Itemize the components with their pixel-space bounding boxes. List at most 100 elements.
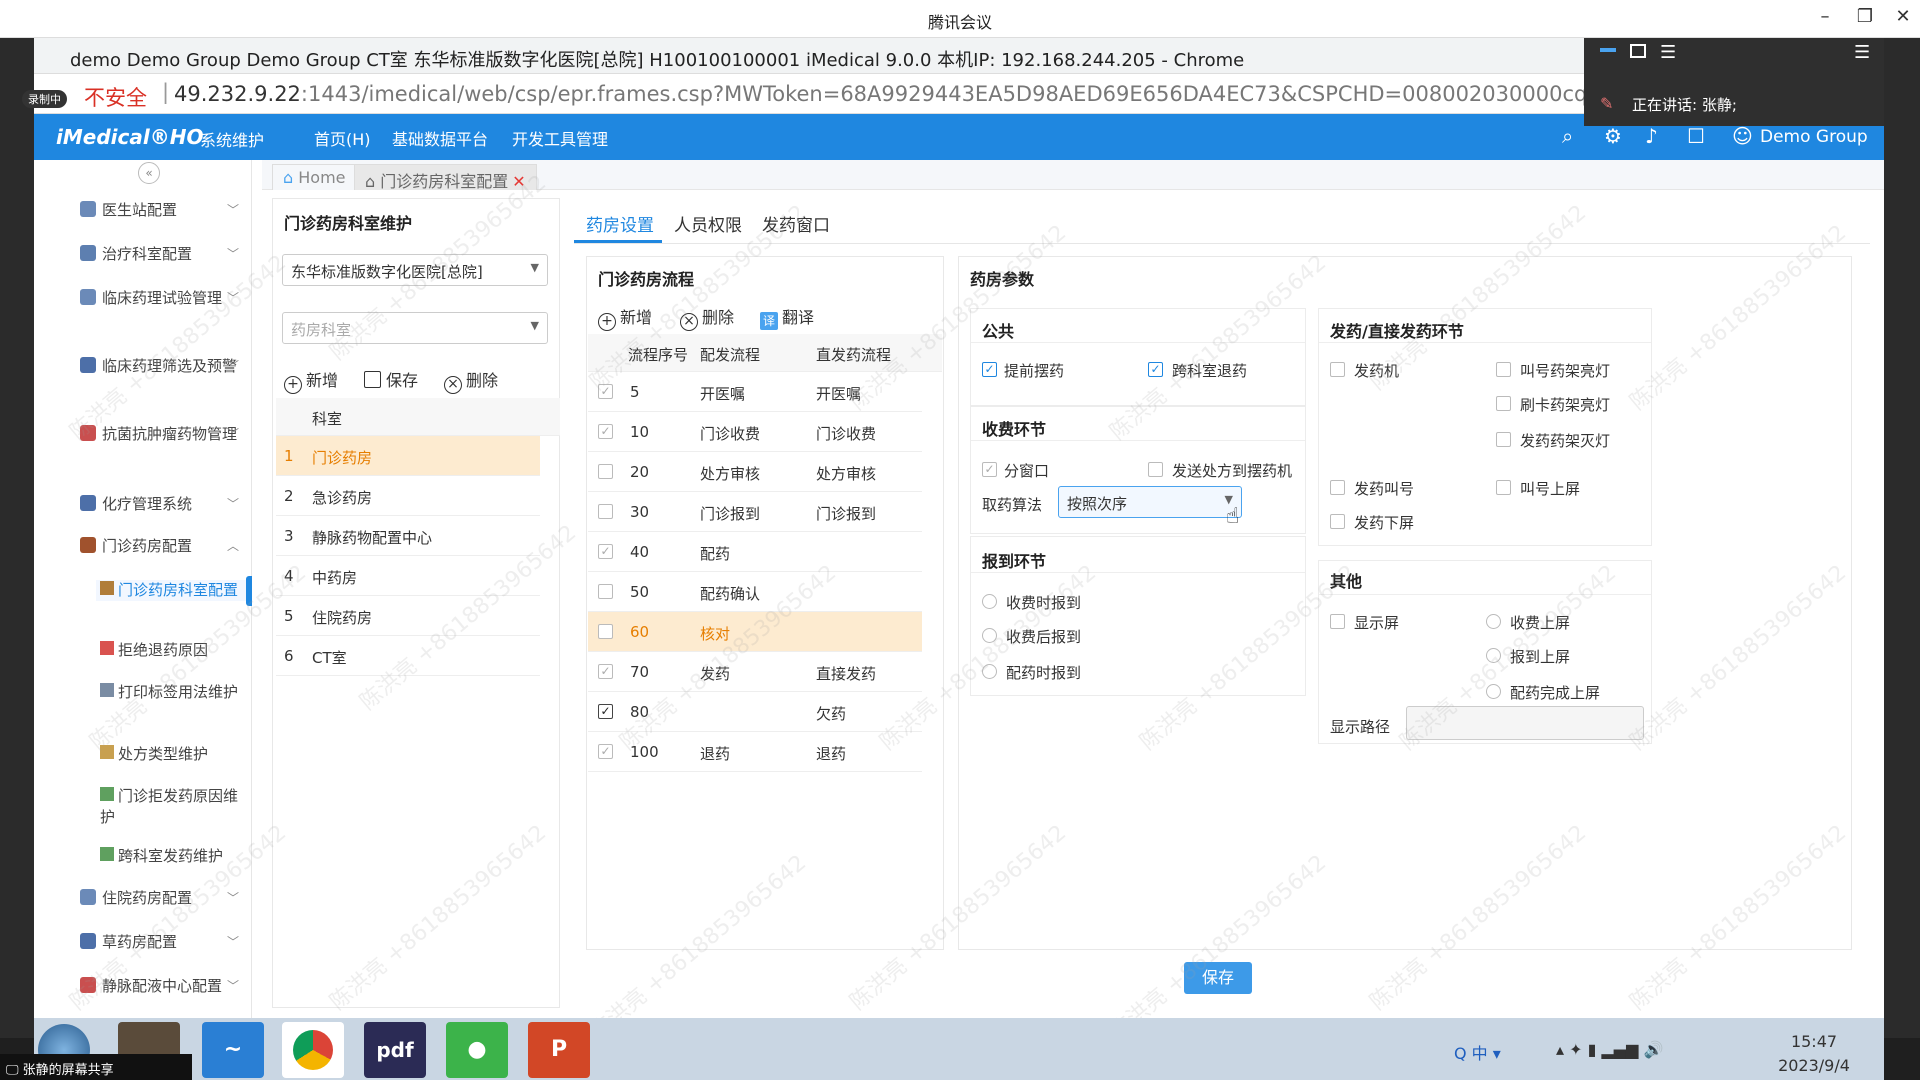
- call-screen-checkbox[interactable]: [1496, 480, 1511, 495]
- table-row[interactable]: 4 中药房: [276, 556, 540, 596]
- add-dept-button[interactable]: + 新增: [284, 367, 338, 394]
- algo-select[interactable]: 按照次序 ▼: [1058, 486, 1242, 518]
- table-row[interactable]: ✓ 80 欠药: [588, 692, 922, 732]
- call-light-checkbox[interactable]: [1496, 362, 1511, 377]
- nav-basic-data[interactable]: 基础数据平台: [392, 126, 488, 150]
- row-checkbox[interactable]: [598, 504, 613, 519]
- table-row[interactable]: 1 门诊药房: [276, 436, 540, 476]
- nav-dev-tools[interactable]: 开发工具管理: [512, 126, 608, 150]
- row-checkbox[interactable]: ✓: [598, 744, 613, 759]
- table-row[interactable]: 30 门诊报到 门诊报到: [588, 492, 922, 532]
- report-screen-radio[interactable]: [1486, 648, 1501, 663]
- add-flow-button[interactable]: + 新增: [598, 304, 652, 331]
- save-button[interactable]: 保存: [1184, 962, 1252, 994]
- dispense-off-screen-checkbox[interactable]: [1330, 514, 1345, 529]
- sidebar-item-pharma-screen[interactable]: 临床药理筛选及预警 ﹀: [80, 356, 245, 377]
- wechat-icon[interactable]: ●: [446, 1022, 508, 1078]
- card-light-checkbox[interactable]: [1496, 396, 1511, 411]
- table-row[interactable]: ✓ 5 开医嘱 开医嘱: [588, 372, 922, 412]
- delete-dept-button[interactable]: × 删除: [444, 367, 498, 394]
- insecure-label[interactable]: 不安全: [84, 82, 147, 112]
- dispense-call-checkbox[interactable]: [1330, 480, 1345, 495]
- tab-pharmacy-settings[interactable]: 药房设置: [586, 211, 654, 236]
- user-icon[interactable]: ☺: [1732, 124, 1753, 148]
- dispense-machine-checkbox[interactable]: [1330, 362, 1345, 377]
- cross-dept-return-checkbox[interactable]: ✓: [1148, 362, 1163, 377]
- row-checkbox[interactable]: ✓: [598, 544, 613, 559]
- list-icon[interactable]: ☰: [1854, 42, 1870, 63]
- restore-icon[interactable]: ❐: [1850, 6, 1880, 27]
- dept-select[interactable]: 药房科室 ▼: [282, 312, 548, 344]
- delete-flow-button[interactable]: × 删除: [680, 304, 734, 331]
- table-row[interactable]: 5 住院药房: [276, 596, 540, 636]
- sidebar-item-herb-pharmacy[interactable]: 草药房配置 ﹀: [80, 932, 245, 953]
- collapse-sidebar-icon[interactable]: «: [138, 162, 160, 184]
- close-tab-icon[interactable]: ✕: [512, 172, 525, 191]
- sidebar-subitem-refuse-return[interactable]: 拒绝退药原因: [96, 640, 246, 661]
- sidebar-item-inpatient-pharmacy[interactable]: 住院药房配置 ﹀: [80, 888, 245, 909]
- close-icon[interactable]: ✕: [1888, 6, 1918, 27]
- taskbar-clock[interactable]: 15:47 2023/9/4: [1774, 1030, 1854, 1078]
- table-row[interactable]: 6 CT室: [276, 636, 540, 676]
- table-row[interactable]: 50 配药确认: [588, 572, 922, 612]
- menu-icon[interactable]: ☰: [1660, 42, 1676, 63]
- row-checkbox[interactable]: [598, 464, 613, 479]
- table-row[interactable]: 60 核对: [588, 612, 922, 652]
- nav-home[interactable]: 首页(H): [314, 126, 371, 150]
- tab-dept-config[interactable]: ⌂ 门诊药房科室配置 ✕: [354, 164, 537, 191]
- tray-icons[interactable]: ▴ ✦ ▮ ▂▄▆ 🔊: [1556, 1040, 1663, 1059]
- report-on-prepare-radio[interactable]: [982, 664, 997, 679]
- minimize-icon[interactable]: [1600, 48, 1616, 52]
- address-bar[interactable]: 不安全 | 49.232.9.22:1443/imedical/web/csp/…: [34, 74, 1584, 114]
- table-row[interactable]: ✓ 10 门诊收费 门诊收费: [588, 412, 922, 452]
- search-icon[interactable]: ⌕: [1562, 124, 1573, 148]
- sidebar-item-outpatient-pharmacy[interactable]: 门诊药房配置 ︿: [80, 536, 245, 557]
- table-row[interactable]: ✓ 70 发药 直接发药: [588, 652, 922, 692]
- sidebar-subitem-rx-type[interactable]: 处方类型维护: [96, 744, 246, 765]
- chrome-icon[interactable]: [282, 1022, 344, 1078]
- sidebar-subitem-cross-dept[interactable]: 跨科室发药维护: [96, 846, 246, 867]
- powerpoint-icon[interactable]: P: [528, 1022, 590, 1078]
- table-row[interactable]: ✓ 40 配药: [588, 532, 922, 572]
- remote-app-icon[interactable]: ~: [202, 1022, 264, 1078]
- sidebar-item-antibiotic[interactable]: 抗菌抗肿瘤药物管理 ﹀: [80, 424, 245, 445]
- input-method-icon[interactable]: Q 中 ▾: [1454, 1040, 1501, 1064]
- report-after-charge-radio[interactable]: [982, 628, 997, 643]
- display-screen-checkbox[interactable]: [1330, 614, 1345, 629]
- sidebar-subitem-refuse-dispense[interactable]: 门诊拒发药原因维护: [96, 786, 246, 828]
- report-on-charge-radio[interactable]: [982, 594, 997, 609]
- table-row[interactable]: 2 急诊药房: [276, 476, 540, 516]
- pdf-icon[interactable]: pdf: [364, 1022, 426, 1078]
- row-checkbox[interactable]: ✓: [598, 704, 613, 719]
- sidebar-item-treatment[interactable]: 治疗科室配置 ﹀: [80, 244, 245, 265]
- sidebar-subitem-dept-config[interactable]: 门诊药房科室配置: [96, 580, 246, 601]
- sidebar-subitem-print-label[interactable]: 打印标签用法维护: [96, 682, 246, 703]
- display-path-input[interactable]: [1406, 706, 1644, 740]
- tab-dispense-window[interactable]: 发药窗口: [762, 211, 830, 236]
- save-dept-button[interactable]: 保存: [364, 367, 418, 391]
- tab-staff-permissions[interactable]: 人员权限: [674, 211, 742, 236]
- window-icon[interactable]: [1630, 44, 1646, 58]
- table-row[interactable]: 3 静脉药物配置中心: [276, 516, 540, 556]
- row-checkbox[interactable]: ✓: [598, 424, 613, 439]
- hospital-select[interactable]: 东华标准版数字化医院[总院] ▼: [282, 254, 548, 286]
- sidebar-item-chemo[interactable]: 化疗管理系统 ﹀: [80, 494, 245, 515]
- message-icon[interactable]: ☐: [1687, 124, 1705, 148]
- row-checkbox[interactable]: ✓: [598, 384, 613, 399]
- charge-screen-radio[interactable]: [1486, 614, 1501, 629]
- light-off-checkbox[interactable]: [1496, 432, 1511, 447]
- sidebar-item-doctor[interactable]: 医生站配置 ﹀: [80, 200, 245, 221]
- table-row[interactable]: 20 处方审核 处方审核: [588, 452, 922, 492]
- sidebar-item-pharma-trial[interactable]: 临床药理试验管理 ﹀: [80, 288, 245, 309]
- prepare-done-screen-radio[interactable]: [1486, 684, 1501, 699]
- split-window-checkbox[interactable]: ✓: [982, 462, 997, 477]
- translate-flow-button[interactable]: 译翻译: [760, 304, 814, 330]
- row-checkbox[interactable]: [598, 584, 613, 599]
- tab-home[interactable]: ⌂ Home: [272, 164, 357, 190]
- advance-dispense-checkbox[interactable]: ✓: [982, 362, 997, 377]
- url-text[interactable]: 49.232.9.22:1443/imedical/web/csp/epr.fr…: [174, 82, 1584, 106]
- gear-icon[interactable]: ⚙: [1604, 124, 1622, 148]
- table-row[interactable]: ✓ 100 退药 退药: [588, 732, 922, 772]
- sidebar-item-iv-center[interactable]: 静脉配液中心配置 ﹀: [80, 976, 245, 1016]
- user-name[interactable]: Demo Group: [1760, 127, 1868, 147]
